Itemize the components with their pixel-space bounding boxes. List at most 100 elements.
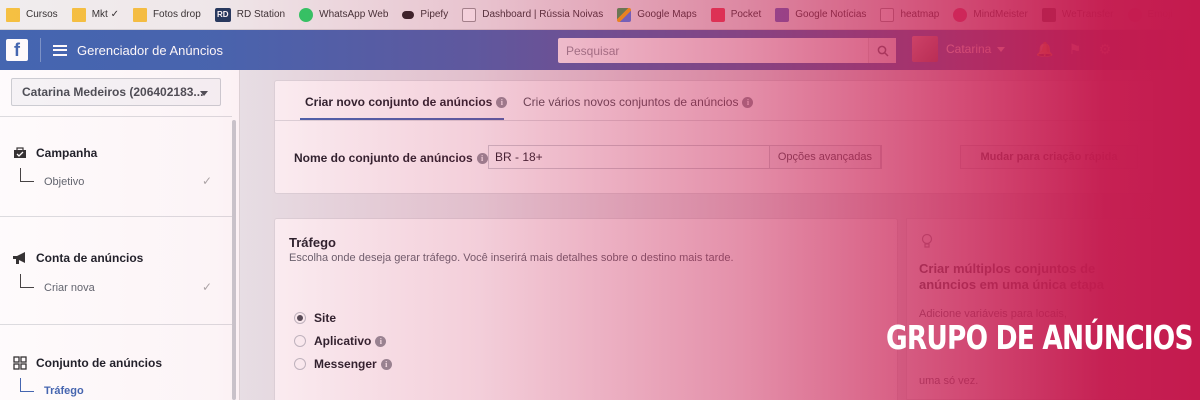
tab-criar-novo[interactable]: Criar novo conjunto de anúncios i [305, 95, 508, 109]
maps-icon [617, 7, 632, 22]
info-icon[interactable]: i [476, 152, 488, 164]
user-name: Catarina [946, 42, 992, 56]
bookmark-label: heatmap [900, 9, 940, 20]
bookmark-label: Google Maps [637, 9, 697, 20]
bookmark-fotos-drop[interactable]: Fotos drop [132, 7, 201, 22]
emoji-icon [1127, 7, 1142, 22]
section-title: Tráfego [289, 235, 336, 250]
folder-icon [71, 7, 86, 22]
radio-label: Aplicativo [314, 334, 372, 348]
rd-station-icon: RD [214, 7, 231, 22]
sidebar-step-conta[interactable]: Conta de anúncios [12, 251, 143, 265]
pocket-icon [710, 7, 725, 22]
search-input[interactable]: Pesquisar [558, 38, 896, 63]
divider [275, 120, 1153, 121]
lightbulb-icon [921, 233, 933, 252]
user-menu[interactable]: Catarina [912, 36, 1006, 62]
bookmark-mindmeister[interactable]: MindMeister [953, 7, 1028, 22]
bookmark-label: Mkt ✓ [91, 9, 119, 20]
search-icon [877, 45, 889, 57]
step-title: Campanha [36, 146, 98, 160]
sidebar-item-objetivo[interactable]: Objetivo [44, 176, 84, 188]
folder-icon [132, 7, 147, 22]
bookmark-wetransfer[interactable]: WeTransfer [1041, 7, 1114, 22]
info-icon[interactable]: i [742, 97, 754, 109]
sidebar-step-campanha[interactable]: Campanha [12, 146, 97, 160]
bookmark-whatsapp[interactable]: WhatsApp Web [299, 7, 389, 22]
traffic-card [274, 218, 898, 400]
tree-connector [20, 274, 34, 288]
divider [0, 216, 232, 217]
hamburger-menu-icon[interactable] [53, 44, 67, 56]
advanced-options-button[interactable]: Opções avançadas [768, 145, 881, 169]
bookmark-cursos[interactable]: Cursos [6, 7, 58, 22]
top-navigation-bar: f Gerenciador de Anúncios Pesquisar Cata… [0, 30, 1200, 70]
radio-button[interactable] [294, 358, 306, 370]
divider [40, 38, 41, 62]
sidebar-item-criar-nova[interactable]: Criar nova [44, 282, 95, 294]
bookmark-emoji[interactable]: Emoji [1127, 7, 1173, 22]
megaphone-icon [12, 251, 28, 265]
quick-create-label: Mudar para criação rápida [980, 151, 1118, 163]
info-icon[interactable]: i [375, 335, 387, 347]
info-icon[interactable]: i [380, 358, 392, 370]
gear-icon[interactable]: ⚙ [1096, 40, 1114, 58]
bookmark-label: Emoji [1147, 9, 1173, 20]
radio-option-messenger[interactable]: Messenger i [294, 357, 392, 371]
avatar [912, 36, 938, 62]
bookmark-heatmap[interactable]: heatmap [880, 7, 940, 22]
bookmark-label: RD Station [236, 9, 286, 20]
radio-option-site[interactable]: Site [294, 311, 336, 325]
flag-icon[interactable]: ⚑ [1066, 40, 1084, 58]
quick-create-button[interactable]: Mudar para criação rápida [960, 145, 1138, 169]
divider [0, 324, 232, 325]
bookmark-pocket[interactable]: Pocket [710, 7, 761, 22]
search-button[interactable] [868, 38, 896, 63]
topbar-icons: 🔔 ⚑ ⚙ [1036, 40, 1126, 58]
info-icon[interactable]: i [496, 97, 508, 109]
document-icon [880, 7, 895, 22]
facebook-logo-icon[interactable]: f [6, 39, 28, 61]
bookmark-dashboard[interactable]: Dashboard | Rússia Noivas [462, 7, 604, 22]
search-placeholder: Pesquisar [566, 43, 620, 58]
chevron-down-icon [200, 91, 208, 96]
bell-icon[interactable]: 🔔 [1036, 40, 1054, 58]
news-icon [775, 7, 790, 22]
folder-icon [6, 7, 20, 22]
bookmark-google-maps[interactable]: Google Maps [617, 7, 697, 22]
scrollbar[interactable] [232, 120, 236, 400]
bookmark-mkt[interactable]: Mkt ✓ [71, 7, 119, 22]
bookmark-rd-station[interactable]: RD RD Station [214, 7, 286, 22]
step-title: Conta de anúncios [36, 251, 144, 265]
wetransfer-icon [1041, 7, 1056, 22]
whatsapp-icon [299, 7, 314, 22]
field-label-text: Nome do conjunto de anúncios [294, 151, 473, 165]
tip-card: Criar múltiplos conjuntos de anúncios em… [906, 218, 1152, 400]
radio-button[interactable] [294, 312, 306, 324]
bookmark-label: Fotos drop [152, 9, 201, 20]
chevron-down-icon [997, 46, 1006, 52]
check-icon: ✓ [202, 280, 213, 294]
bookmark-label: Dashboard | Rússia Noivas [482, 9, 604, 20]
briefcase-icon [12, 146, 28, 160]
bookmark-label: MindMeister [973, 9, 1028, 20]
bookmark-label: WhatsApp Web [319, 9, 389, 20]
radio-button[interactable] [294, 335, 306, 347]
tab-criar-varios[interactable]: Crie vários novos conjuntos de anúncios i [523, 95, 754, 109]
ad-set-name-label: Nome do conjunto de anúncios i [294, 151, 488, 165]
tip-title: Criar múltiplos conjuntos de anúncios em… [919, 261, 1104, 292]
bookmark-label: Pipefy [420, 9, 449, 20]
tree-connector [20, 168, 34, 182]
field-value: BR - 18+ [495, 150, 543, 164]
advanced-options-label: Opções avançadas [777, 151, 872, 163]
sidebar-step-conjunto[interactable]: Conjunto de anúncios [12, 356, 162, 370]
section-description: Escolha onde deseja gerar tráfego. Você … [289, 252, 734, 264]
step-title: Conjunto de anúncios [36, 356, 162, 370]
tab-label: Crie vários novos conjuntos de anúncios [523, 95, 739, 109]
radio-option-aplicativo[interactable]: Aplicativo i [294, 334, 387, 348]
ad-set-name-field[interactable]: BR - 18+ Opções avançadas [488, 145, 882, 169]
bookmark-pipefy[interactable]: Pipefy [402, 9, 448, 20]
account-selector[interactable]: Catarina Medeiros (206402183... [11, 78, 221, 106]
bookmark-google-noticias[interactable]: Google Notícias [775, 7, 866, 22]
sidebar-item-trafego[interactable]: Tráfego [44, 385, 84, 397]
